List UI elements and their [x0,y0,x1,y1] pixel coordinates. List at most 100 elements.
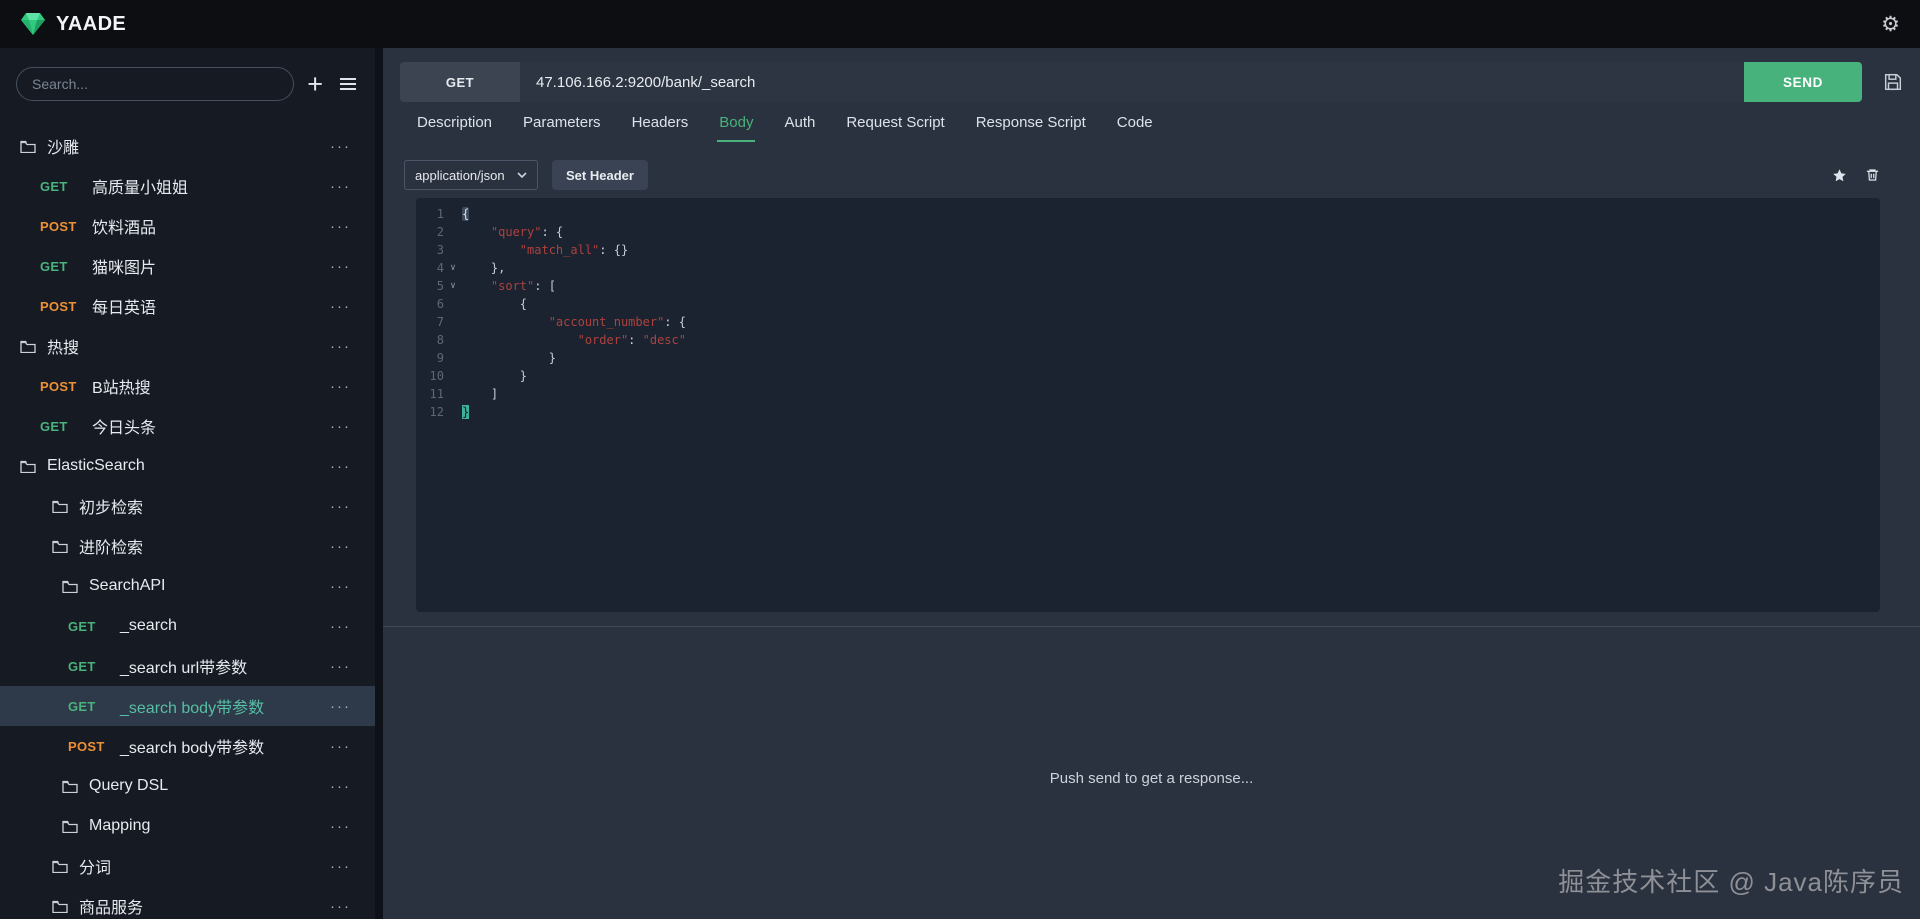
method-badge: GET [40,418,68,434]
sidebar-request-item[interactable]: GET _search body带参数 ··· [0,686,375,726]
method-badge: GET [40,178,68,194]
code-line[interactable]: 12} [416,403,1880,421]
sidebar-request-item[interactable]: GET 猫咪图片 ··· [0,246,375,286]
row-menu-button[interactable]: ··· [330,698,351,715]
sidebar-request-item[interactable]: GET _search url带参数 ··· [0,646,375,686]
sidebar-folder-item[interactable]: 初步检索 ··· [0,486,375,526]
method-badge: POST [40,378,77,394]
sidebar-resizer[interactable] [375,48,383,919]
code-text: { [462,297,528,311]
code-line[interactable]: 11 ] [416,385,1880,403]
code-line[interactable]: 8 "order": "desc" [416,331,1880,349]
code-line[interactable]: 10 } [416,367,1880,385]
gear-icon[interactable]: ⚙ [1881,12,1900,37]
row-menu-button[interactable]: ··· [330,498,351,515]
row-menu-button[interactable]: ··· [330,178,351,195]
row-menu-button[interactable]: ··· [330,378,351,395]
tab-description[interactable]: Description [415,108,494,142]
topbar: YAADE ⚙ [0,0,1920,48]
sidebar-request-item[interactable]: POST 每日英语 ··· [0,286,375,326]
row-menu-button[interactable]: ··· [330,898,351,915]
row-menu-button[interactable]: ··· [330,778,351,795]
send-button[interactable]: SEND [1744,62,1862,102]
url-input[interactable] [520,62,1744,102]
fold-arrow-icon[interactable]: ∨ [444,259,462,277]
code-line[interactable]: 3 "match_all": {} [416,241,1880,259]
row-menu-button[interactable]: ··· [330,138,351,155]
add-collection-button[interactable]: + [307,70,323,98]
row-menu-button[interactable]: ··· [330,218,351,235]
sidebar-request-item[interactable]: POST B站热搜 ··· [0,366,375,406]
row-menu-button[interactable]: ··· [330,258,351,275]
search-input[interactable] [16,67,295,101]
tab-auth[interactable]: Auth [782,108,817,142]
fold-gutter [444,385,462,403]
folder-label: 进阶检索 [79,540,144,557]
sidebar-request-item[interactable]: POST _search body带参数 ··· [0,726,375,766]
sidebar-request-item[interactable]: GET 高质量小姐姐 ··· [0,166,375,206]
fold-arrow-icon[interactable]: ∨ [444,277,462,295]
code-line[interactable]: 6 { [416,295,1880,313]
tab-request-script[interactable]: Request Script [844,108,946,142]
folder-icon [52,500,68,513]
fold-gutter [444,313,462,331]
set-header-button[interactable]: Set Header [552,160,648,190]
row-menu-button[interactable]: ··· [330,458,351,475]
sidebar-folder-item[interactable]: 商品服务 ··· [0,886,375,919]
save-request-icon[interactable] [1884,73,1902,91]
row-menu-button[interactable]: ··· [330,578,351,595]
sidebar-folder-item[interactable]: Mapping ··· [0,806,375,846]
row-menu-button[interactable]: ··· [330,858,351,875]
method-badge: GET [68,618,96,634]
response-pane-divider[interactable] [383,626,1920,627]
tab-response-script[interactable]: Response Script [974,108,1088,142]
row-menu-button[interactable]: ··· [330,418,351,435]
sidebar-folder-item[interactable]: Query DSL ··· [0,766,375,806]
tab-parameters[interactable]: Parameters [521,108,603,142]
method-selector[interactable]: GET [400,62,520,102]
code-line[interactable]: 1{ [416,205,1880,223]
code-line[interactable]: 5 ∨ "sort": [ [416,277,1880,295]
method-badge: POST [68,738,105,754]
request-label: _search [120,617,177,634]
sidebar-tree: 沙雕 ··· GET 高质量小姐姐 ··· POST 饮料酒品 ··· GET 猫咪图片 ··· PO… [0,126,375,919]
sidebar-request-item[interactable]: GET _search ··· [0,606,375,646]
body-code-editor[interactable]: 1{2 "query": {3 "match_all": {} 4 ∨ }, 5 ∨ "… [416,198,1880,612]
sidebar-request-item[interactable]: GET 今日头条 ··· [0,406,375,446]
request-label: 每日英语 [92,300,157,317]
method-badge: GET [68,698,96,714]
sidebar-folder-item[interactable]: 沙雕 ··· [0,126,375,166]
row-menu-button[interactable]: ··· [330,538,351,555]
row-menu-button[interactable]: ··· [330,618,351,635]
sidebar-folder-item[interactable]: SearchAPI ··· [0,566,375,606]
folder-icon [52,900,68,913]
code-line[interactable]: 4 ∨ }, [416,259,1880,277]
folder-label: ElasticSearch [47,457,145,474]
folder-label: SearchAPI [89,577,166,594]
code-text: "order": "desc" [577,333,686,347]
sidebar-request-item[interactable]: POST 饮料酒品 ··· [0,206,375,246]
row-menu-button[interactable]: ··· [330,298,351,315]
watermark-text: 掘金技术社区 @ Java陈序员 [1558,867,1904,897]
row-menu-button[interactable]: ··· [330,738,351,755]
sidebar-folder-item[interactable]: 热搜 ··· [0,326,375,366]
tab-body[interactable]: Body [717,108,755,142]
row-menu-button[interactable]: ··· [330,658,351,675]
row-menu-button[interactable]: ··· [330,338,351,355]
sidebar-folder-item[interactable]: ElasticSearch ··· [0,446,375,486]
code-line[interactable]: 2 "query": { [416,223,1880,241]
code-line[interactable]: 7 "account_number": { [416,313,1880,331]
folder-label: 商品服务 [79,900,144,917]
star-icon[interactable] [1832,168,1847,183]
tab-code[interactable]: Code [1115,108,1155,142]
code-line[interactable]: 9 } [416,349,1880,367]
hamburger-menu-icon[interactable] [339,77,357,91]
sidebar-folder-item[interactable]: 进阶检索 ··· [0,526,375,566]
code-text: "sort": [ [490,279,556,293]
sidebar-folder-item[interactable]: 分词 ··· [0,846,375,886]
row-menu-button[interactable]: ··· [330,818,351,835]
content-type-select[interactable]: application/json [404,160,538,190]
trash-icon[interactable] [1865,167,1880,183]
tab-headers[interactable]: Headers [630,108,691,142]
request-tabs: Description Parameters Headers Body Auth Requ… [415,108,1155,142]
